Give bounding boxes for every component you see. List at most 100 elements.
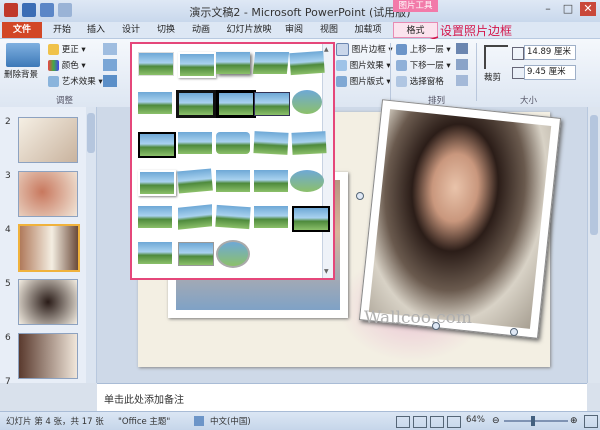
change-picture-icon[interactable] [103,59,117,71]
editor-scrollbar[interactable] [587,107,600,383]
window-title: 演示文稿2 - Microsoft PowerPoint (试用版) [189,6,411,19]
photo-frame-selected[interactable] [358,99,562,339]
picture-border-icon [336,43,349,56]
style-oval-soft[interactable] [290,170,324,192]
slides-scrollbar[interactable] [86,107,96,383]
style-drop-shadow[interactable] [216,52,250,74]
remove-background-button[interactable]: 删除背景 [4,68,38,80]
rotate-icon[interactable] [456,75,468,86]
style-white-frame[interactable] [178,52,216,78]
spellcheck-icon[interactable] [194,416,204,426]
style-metal-rounded[interactable] [292,206,330,232]
resize-handle[interactable] [510,328,518,336]
tab-design[interactable]: 设计 [117,22,145,38]
style-rotated-white[interactable] [177,168,213,194]
style-compound-frame[interactable] [178,242,214,266]
style-reflected[interactable] [254,170,288,192]
style-metal-frame[interactable] [138,132,176,158]
style-center-shadow[interactable] [178,132,212,154]
style-moderate-frame[interactable] [254,206,288,228]
remove-background-icon[interactable] [6,43,40,67]
group-icon[interactable] [456,59,468,70]
reset-picture-icon[interactable] [103,75,117,87]
style-reflected-bevel[interactable] [138,242,172,264]
align-icon[interactable] [456,43,468,54]
scroll-up-arrow[interactable]: ▲ [324,46,331,54]
artistic-effects-label: 艺术效果 [61,77,96,87]
color-button[interactable]: 颜色 ▾ [48,59,86,71]
reading-view-icon[interactable] [430,416,444,428]
resize-handle[interactable] [356,192,364,200]
scroll-thumb[interactable] [87,113,95,153]
slide-number: 2 [5,117,11,127]
tab-home[interactable]: 开始 [48,22,76,38]
height-input[interactable]: 14.89 厘米 [524,45,576,60]
maximize-button[interactable]: □ [560,2,576,16]
picture-border-label: 图片边框 [351,45,386,55]
tab-slideshow[interactable]: 幻灯片放映 [224,22,274,38]
fit-to-window-icon[interactable] [584,415,598,428]
style-oval[interactable] [292,90,322,114]
compress-pictures-icon[interactable] [103,43,117,55]
notes-pane[interactable]: 单击此处添加备注 [97,383,587,412]
zoom-in-icon[interactable]: ⊕ [570,416,578,426]
style-rotated[interactable] [289,50,325,76]
height-icon [512,47,524,60]
tab-file[interactable]: 文件 [2,22,42,38]
picture-border-button[interactable]: 图片边框 ▾ [336,43,393,56]
zoom-level[interactable]: 64% [466,415,485,425]
selection-pane-button[interactable]: 选择窗格 [396,75,444,87]
scroll-thumb[interactable] [590,115,598,235]
slide-thumbnail[interactable] [18,171,78,217]
zoom-out-icon[interactable]: ⊖ [492,416,500,426]
picture-layout-button[interactable]: 图片版式 ▾ [336,75,391,87]
tab-animations[interactable]: 动画 [187,22,215,38]
zoom-slider[interactable] [504,420,568,422]
scroll-down-arrow[interactable]: ▼ [324,268,331,276]
style-perspective-left[interactable] [178,204,212,230]
tab-review[interactable]: 审阅 [280,22,308,38]
gallery-scrollbar[interactable]: ▲ ▼ [322,44,333,278]
style-rounded[interactable] [216,132,250,154]
style-metal-oval[interactable] [216,240,250,268]
style-soft-edge[interactable] [138,92,172,114]
corrections-icon [48,44,59,55]
bring-forward-button[interactable]: 上移一层 ▾ [396,43,451,55]
slide-thumbnail-selected[interactable] [18,224,80,272]
zoom-slider-thumb[interactable] [531,416,535,426]
picture-styles-gallery[interactable]: ▲ ▼ [130,42,335,280]
slide-sorter-icon[interactable] [413,416,427,428]
style-simple-black[interactable] [254,92,290,116]
theme-name[interactable]: "Office 主题" [118,415,170,427]
slide-thumbnail[interactable] [18,279,78,325]
artistic-effects-button[interactable]: 艺术效果 ▾ [48,75,103,87]
minimize-button[interactable]: – [540,2,556,16]
style-perspective[interactable] [252,52,290,74]
crop-icon[interactable] [484,45,508,69]
width-input[interactable]: 9.45 厘米 [524,65,576,80]
slide-thumbnail[interactable] [18,333,78,379]
style-bevel[interactable] [138,206,172,228]
slideshow-view-icon[interactable] [447,416,461,428]
language-indicator[interactable]: 中文(中国) [210,415,251,427]
style-perspective-right[interactable] [215,204,251,230]
style-white-border[interactable] [138,170,176,196]
notes-placeholder[interactable]: 单击此处添加备注 [104,391,184,406]
style-tilt-left[interactable] [291,131,327,155]
crop-button[interactable]: 裁剪 [484,71,501,83]
close-button[interactable]: ✕ [580,2,596,16]
title-bar: 演示文稿2 - Microsoft PowerPoint (试用版) – □ ✕ [0,0,600,22]
send-backward-button[interactable]: 下移一层 ▾ [396,59,451,71]
tab-transitions[interactable]: 切换 [152,22,180,38]
slide-thumbnail[interactable] [18,117,78,163]
corrections-button[interactable]: 更正 ▾ [48,43,86,55]
style-tilt[interactable] [253,131,289,155]
slide-number: 5 [5,279,11,289]
picture-effects-button[interactable]: 图片效果 ▾ [336,59,391,71]
style-thick-matte-black[interactable] [216,90,256,118]
style-simple-frame[interactable] [138,52,174,76]
normal-view-icon[interactable] [396,416,410,428]
tab-insert[interactable]: 插入 [82,22,110,38]
style-snip-corner[interactable] [216,170,250,192]
style-double-frame-black[interactable] [176,90,216,118]
